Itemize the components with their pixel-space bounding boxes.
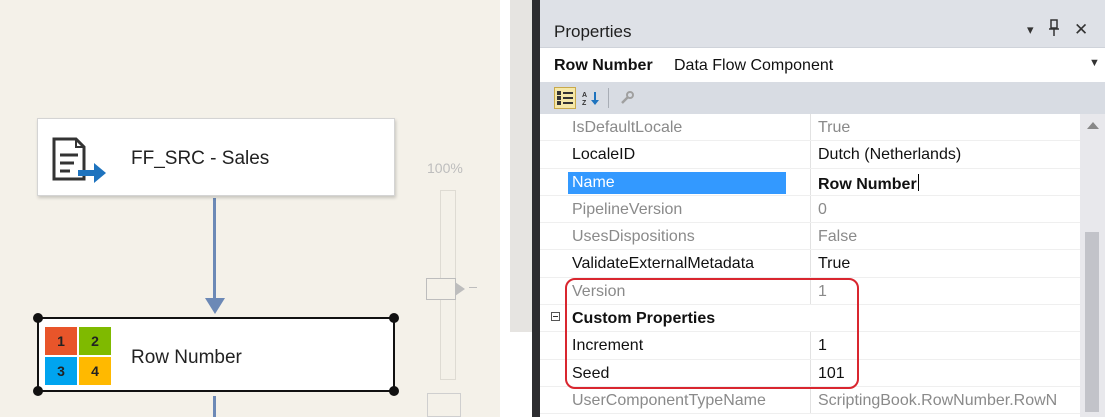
property-value: ScriptingBook.RowNumber.RowN [818,391,1058,409]
object-name: Row Number [554,57,653,74]
property-name: Seed [572,364,610,382]
property-row-name[interactable]: Name Row Number [540,168,1080,196]
svg-text:Z: Z [582,100,587,106]
column-divider [810,114,811,141]
panel-splitter[interactable] [510,0,532,332]
column-divider [810,141,811,168]
row-number-node[interactable]: 1 2 3 4 Row Number [33,313,399,396]
column-divider [810,168,811,195]
property-value-text: Row Number [818,175,917,193]
category-name: Custom Properties [572,310,716,328]
column-divider [810,223,811,250]
row-number-icon-cell: 4 [79,357,111,385]
flat-file-source-icon [52,137,106,183]
property-name: Increment [572,337,644,355]
resize-handle-top-left[interactable] [33,313,43,323]
source-node-label: FF_SRC - Sales [131,148,270,169]
properties-header: Properties ▾ ✕ [540,0,1105,48]
flat-file-source-node[interactable]: FF_SRC - Sales [37,118,395,196]
property-value: 101 [818,364,845,382]
svg-text:A: A [582,92,587,99]
column-divider [810,386,811,414]
alphabetical-glyph-icon: AZ [582,92,599,106]
column-divider [810,332,811,359]
property-value: True [818,255,851,273]
data-flow-designer-canvas[interactable]: FF_SRC - Sales 1 2 3 4 Row Number 100% [0,0,500,417]
property-name: IsDefaultLocale [572,119,683,136]
property-category-custom-properties[interactable]: Custom Properties [540,305,1080,333]
column-divider [810,277,811,305]
property-name: PipelineVersion [572,200,683,218]
zoom-slider-tick [469,287,477,288]
object-type: Data Flow Component [674,57,834,74]
column-divider [810,359,811,386]
resize-handle-bottom-left[interactable] [33,386,43,396]
column-divider [810,195,811,223]
property-grid-scrollbar[interactable] [1080,114,1105,417]
property-name: Version [572,282,626,300]
text-caret [917,173,919,191]
pin-icon[interactable] [1048,19,1060,41]
scroll-up-icon[interactable] [1087,122,1099,129]
property-value-input[interactable]: Row Number [818,173,919,194]
object-selector-chevron-down-icon[interactable]: ▼ [1089,57,1100,69]
zoom-slider-thumb[interactable] [426,278,465,300]
data-path-connector-out[interactable] [213,396,216,417]
property-value: 1 [818,282,827,300]
property-name: UserComponentTypeName [572,391,766,409]
resize-handle-top-right[interactable] [389,313,399,323]
property-name: UsesDispositions [572,228,695,246]
property-value: False [818,228,858,246]
row-number-icon-cell: 3 [45,357,77,385]
categorized-view-icon[interactable] [554,87,576,109]
pin-glyph-icon [1049,19,1059,36]
window-position-dropdown-icon[interactable]: ▾ [1027,22,1034,38]
wrench-glyph-icon [621,91,634,104]
property-pages-wrench-icon[interactable] [616,87,638,109]
property-value: True [818,119,851,136]
property-row-localeid[interactable]: LocaleID Dutch (Netherlands) [540,141,1080,169]
close-icon[interactable]: ✕ [1074,20,1088,40]
object-selector[interactable]: Row Number Data Flow Component ▼ [540,48,1105,82]
panel-divider [532,0,540,417]
resize-handle-bottom-right[interactable] [389,386,399,396]
categorized-glyph-icon [557,91,573,105]
property-value: 1 [818,337,827,355]
zoom-level-label: 100% [427,160,463,176]
properties-window: Properties ▾ ✕ Row Number Data Flow Comp… [540,0,1105,417]
property-row-seed[interactable]: Seed 101 [540,359,1080,387]
property-name: LocaleID [572,146,636,164]
row-number-icon-cell: 1 [45,327,77,355]
property-name: ValidateExternalMetadata [572,255,755,273]
property-row-usesdispositions[interactable]: UsesDispositions False [540,223,1080,251]
property-row-version[interactable]: Version 1 [540,277,1080,306]
property-row-validateexternalmetadata[interactable]: ValidateExternalMetadata True [540,250,1080,278]
scrollbar-thumb[interactable] [1085,232,1099,412]
row-number-icon-cell: 2 [79,327,111,355]
property-row-isdefaultlocale[interactable]: IsDefaultLocale True [540,114,1080,142]
property-row-increment[interactable]: Increment 1 [540,332,1080,360]
zoom-to-fit-button[interactable] [427,393,461,417]
data-path-connector[interactable] [213,198,216,302]
property-row-usercomponenttypename[interactable]: UserComponentTypeName ScriptingBook.RowN… [540,386,1080,415]
properties-title: Properties [554,22,632,41]
properties-toolbar: AZ [540,82,1105,114]
data-path-arrow [205,298,225,314]
property-grid: IsDefaultLocale True LocaleID Dutch (Net… [540,114,1080,415]
alphabetical-sort-icon[interactable]: AZ [580,87,602,109]
property-row-pipelineversion[interactable]: PipelineVersion 0 [540,195,1080,224]
row-number-node-label: Row Number [131,347,242,368]
property-name: Name [568,171,786,194]
row-number-icon: 1 2 3 4 [45,327,111,385]
column-divider [810,250,811,277]
property-value: 0 [818,200,827,218]
collapse-icon[interactable] [551,312,560,322]
property-value: Dutch (Netherlands) [818,146,962,164]
toolbar-separator [608,88,609,108]
